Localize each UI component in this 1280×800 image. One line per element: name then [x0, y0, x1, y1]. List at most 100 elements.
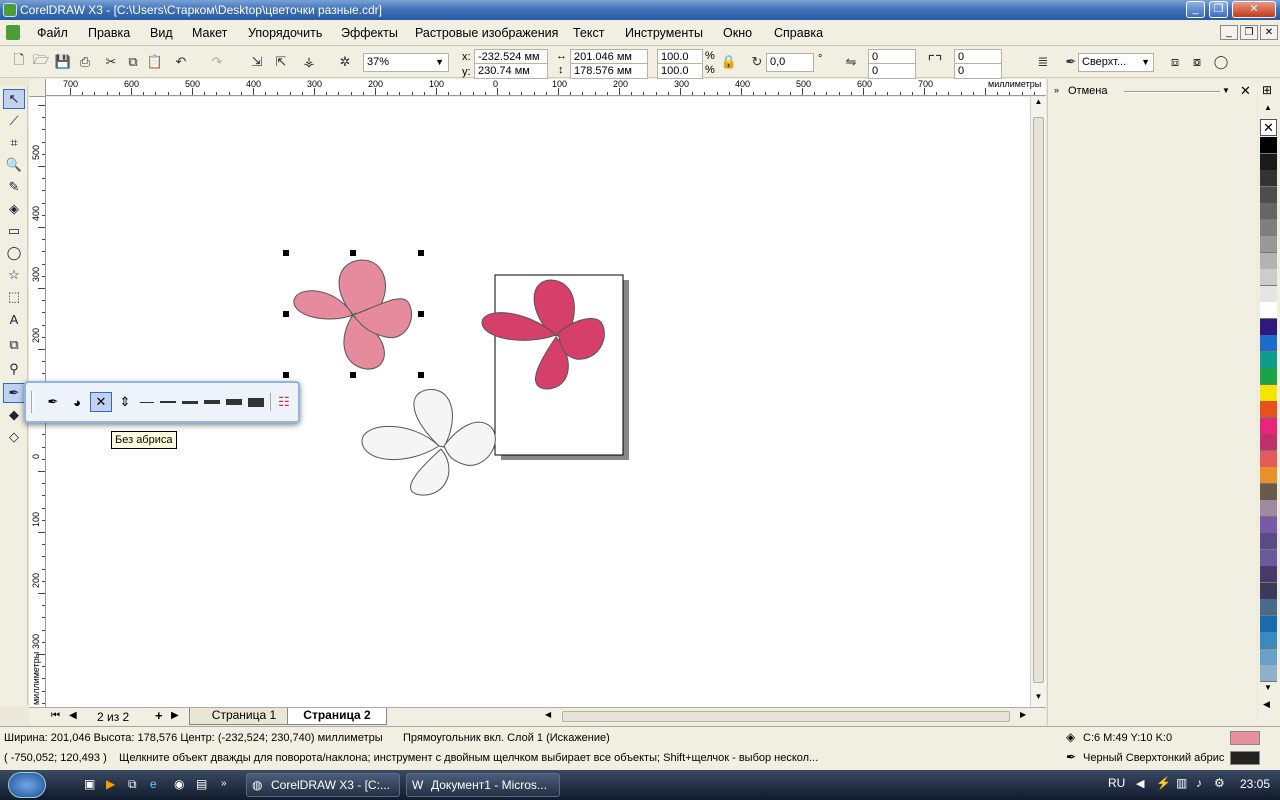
to-back-icon[interactable]: ⧇	[1188, 53, 1206, 71]
outline-tool-icon[interactable]: ✒	[3, 383, 25, 403]
scale-y-field[interactable]: 100.0	[657, 63, 703, 79]
scroll-right-icon[interactable]: ▶	[1020, 710, 1026, 719]
color-swatch[interactable]	[1260, 467, 1277, 484]
color-swatch[interactable]	[1260, 582, 1277, 600]
to-front-icon[interactable]: ⧈	[1166, 53, 1184, 71]
color-swatch[interactable]	[1260, 549, 1277, 567]
menu-arrange[interactable]: Упорядочить	[248, 26, 322, 40]
undo-icon[interactable]: ↶	[172, 53, 190, 71]
more-quicklaunch-icon[interactable]: »	[221, 778, 227, 789]
freehand-tool-icon[interactable]: ✎	[3, 177, 25, 197]
color-swatch[interactable]	[1260, 417, 1277, 435]
scroll-up-icon[interactable]: ▲	[1032, 97, 1045, 111]
document-icon[interactable]	[6, 25, 20, 40]
import-icon[interactable]: ⇲	[248, 53, 266, 71]
color-swatch[interactable]	[1260, 516, 1277, 534]
handle[interactable]	[283, 372, 289, 378]
scroll-down-icon[interactable]: ▼	[1032, 692, 1045, 706]
mdi-restore-button[interactable]: ❐	[1240, 25, 1258, 40]
outline-width-select[interactable]: Сверхт... ▼	[1078, 53, 1154, 72]
color-swatch[interactable]	[1260, 615, 1277, 633]
eyedropper-tool-icon[interactable]: ⚲	[3, 359, 25, 379]
network-icon[interactable]: ▥	[1176, 776, 1187, 790]
scroll-thumb[interactable]	[1033, 117, 1044, 683]
handle[interactable]	[418, 372, 424, 378]
docker-close-icon[interactable]: ✕	[1240, 83, 1251, 99]
rotation-center-icon[interactable]: ✕	[349, 311, 357, 322]
color-docker-icon[interactable]: ☷	[274, 392, 294, 412]
redo-icon[interactable]: ↷	[208, 53, 226, 71]
page-tab-2[interactable]: Страница 2	[287, 708, 387, 725]
language-indicator[interactable]: RU	[1108, 776, 1125, 790]
fill-tool-icon[interactable]: ◆	[3, 405, 25, 425]
color-swatch[interactable]	[1260, 533, 1277, 550]
mdi-close-button[interactable]: ✕	[1260, 25, 1278, 40]
color-swatch[interactable]	[1260, 450, 1277, 468]
color-swatch[interactable]	[1260, 170, 1277, 187]
volume-icon[interactable]: ♪	[1196, 776, 1202, 790]
rectangle-tool-icon[interactable]: ▭	[3, 221, 25, 241]
prev-page-icon[interactable]: ◀	[69, 710, 77, 721]
basic-shapes-tool-icon[interactable]: ⬚	[3, 287, 25, 307]
horizontal-scroll-thumb[interactable]	[562, 711, 1010, 722]
menu-view[interactable]: Вид	[150, 26, 173, 40]
vertical-scrollbar[interactable]: ▲ ▼	[1030, 97, 1046, 707]
handle[interactable]	[350, 372, 356, 378]
pick-tool-icon[interactable]: ↖	[3, 89, 25, 109]
y-position-field[interactable]: 230.74 мм	[474, 63, 548, 79]
ruler-corner[interactable]	[29, 79, 46, 97]
color-swatch[interactable]	[1260, 302, 1277, 319]
menu-text[interactable]: Текст	[573, 26, 604, 40]
tray-icon-2[interactable]: ⚙	[1214, 776, 1225, 790]
white-flower[interactable]	[361, 389, 496, 496]
maximize-button[interactable]: ❐	[1209, 1, 1228, 18]
next-page-icon[interactable]: ▶	[171, 710, 179, 721]
color-swatch[interactable]	[1260, 566, 1277, 583]
new-doc-icon[interactable]: 🗋	[10, 52, 28, 71]
task-word[interactable]: W Документ1 - Micros...	[406, 773, 560, 797]
color-swatch[interactable]	[1260, 236, 1277, 253]
corner-field-2[interactable]: 0	[868, 63, 916, 79]
minimize-button[interactable]: _	[1186, 1, 1205, 18]
menu-file[interactable]: Файл	[37, 26, 68, 40]
text-wrap-icon[interactable]: ≣	[1034, 53, 1052, 71]
horizontal-ruler[interactable]: 700 600 500 400 300 200 100 0 100 200 30…	[46, 79, 1046, 96]
tray-icon-1[interactable]: ⚡	[1156, 776, 1171, 790]
interactive-blend-tool-icon[interactable]: ⧉	[3, 335, 25, 355]
mirror-icon[interactable]: ⇋	[842, 53, 860, 71]
color-swatch[interactable]	[1260, 285, 1277, 303]
page-tab-1[interactable]: Страница 1	[189, 708, 299, 725]
menu-tools[interactable]: Инструменты	[625, 26, 703, 40]
color-swatch[interactable]	[1260, 483, 1277, 501]
handle[interactable]	[418, 311, 424, 317]
outline-color-swatch[interactable]	[1230, 751, 1260, 765]
polygon-tool-icon[interactable]: ☆	[3, 265, 25, 285]
handle[interactable]	[283, 250, 289, 256]
outline-width-3[interactable]	[180, 392, 200, 412]
print-icon[interactable]: ⎙	[76, 53, 94, 71]
save-icon[interactable]: 💾	[54, 53, 72, 71]
color-swatch[interactable]	[1260, 153, 1277, 171]
menu-effects[interactable]: Эффекты	[341, 26, 398, 40]
color-swatch[interactable]	[1260, 368, 1277, 385]
menu-help[interactable]: Справка	[774, 26, 823, 40]
tray-expand-icon[interactable]: ◀	[1136, 777, 1144, 790]
corner-field-4[interactable]: 0	[954, 63, 1002, 79]
quick-launch-app-icon[interactable]: ◉	[174, 777, 184, 791]
color-swatch[interactable]	[1260, 203, 1277, 220]
close-button[interactable]: ✕	[1232, 1, 1276, 18]
docker-menu-icon[interactable]: ▼	[1222, 86, 1230, 95]
outline-width-6[interactable]	[246, 392, 266, 412]
color-swatch[interactable]	[1260, 384, 1277, 402]
color-swatch[interactable]	[1260, 269, 1277, 286]
show-desktop-icon[interactable]: ▣	[84, 777, 95, 791]
fill-color-swatch[interactable]	[1230, 731, 1260, 745]
color-swatch[interactable]	[1260, 632, 1277, 649]
welcome-icon[interactable]: ✲	[336, 53, 354, 71]
menu-window[interactable]: Окно	[723, 26, 752, 40]
text-tool-icon[interactable]: A	[3, 309, 25, 329]
no-color-swatch[interactable]: ✕	[1260, 119, 1277, 136]
add-page-icon[interactable]: +	[155, 708, 163, 723]
browser-icon[interactable]: e	[150, 777, 157, 791]
smart-fill-tool-icon[interactable]: ◈	[3, 199, 25, 219]
